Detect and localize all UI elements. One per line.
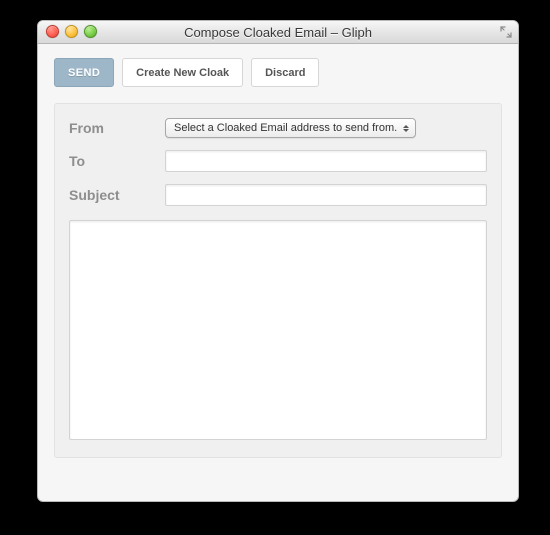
window-controls [46, 25, 97, 38]
from-field: Select a Cloaked Email address to send f… [165, 118, 487, 138]
from-label: From [69, 120, 165, 136]
discard-button[interactable]: Discard [251, 58, 319, 87]
subject-input[interactable] [165, 184, 487, 206]
minimize-window-button[interactable] [65, 25, 78, 38]
close-window-button[interactable] [46, 25, 59, 38]
to-input[interactable] [165, 150, 487, 172]
subject-label: Subject [69, 187, 165, 203]
from-select[interactable]: Select a Cloaked Email address to send f… [165, 118, 416, 138]
fullscreen-button[interactable] [500, 26, 512, 38]
to-label: To [69, 153, 165, 169]
send-button[interactable]: SEND [54, 58, 114, 87]
create-new-cloak-button[interactable]: Create New Cloak [122, 58, 243, 87]
compose-content: SEND Create New Cloak Discard From Selec… [38, 44, 518, 474]
from-select-text: Select a Cloaked Email address to send f… [174, 122, 397, 134]
message-body-input[interactable] [69, 220, 487, 440]
toolbar: SEND Create New Cloak Discard [54, 58, 502, 87]
app-window: Compose Cloaked Email – Gliph SEND Creat… [37, 20, 519, 502]
header-fields: From Select a Cloaked Email address to s… [69, 118, 487, 206]
select-stepper-icon [401, 119, 411, 137]
zoom-window-button[interactable] [84, 25, 97, 38]
window-title: Compose Cloaked Email – Gliph [184, 25, 372, 40]
compose-panel: From Select a Cloaked Email address to s… [54, 103, 502, 458]
titlebar: Compose Cloaked Email – Gliph [38, 21, 518, 44]
